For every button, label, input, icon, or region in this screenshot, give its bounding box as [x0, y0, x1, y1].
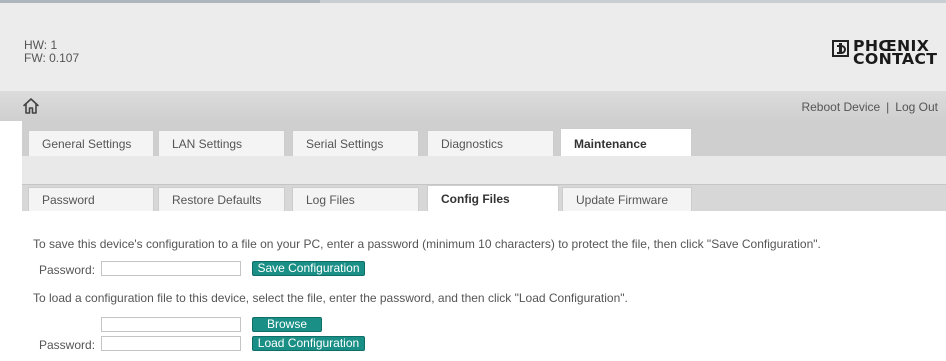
tab-general-settings[interactable]: General Settings — [28, 130, 154, 156]
logo-text-line2: CONTACT — [853, 50, 938, 68]
browse-button[interactable]: Browse — [252, 317, 322, 332]
firmware-version: FW: 0.107 — [24, 51, 80, 65]
subtab-log-files[interactable]: Log Files — [292, 187, 419, 211]
phoenix-contact-logo: PHŒNIX CONTACT — [832, 38, 938, 70]
sub-tab-bar: Password Restore Defaults Log Files Conf… — [22, 185, 946, 211]
config-file-input[interactable] — [101, 317, 241, 332]
log-out-link[interactable]: Log Out — [895, 100, 938, 114]
main-tab-bar: General Settings LAN Settings Serial Set… — [22, 121, 946, 156]
load-password-input[interactable] — [101, 336, 241, 351]
config-files-panel: To save this device's configuration to a… — [22, 211, 946, 361]
subtab-restore-defaults[interactable]: Restore Defaults — [158, 187, 285, 211]
logo-mark-icon — [832, 40, 849, 57]
subtab-update-firmware[interactable]: Update Firmware — [562, 187, 692, 211]
page-header: HW: 1 FW: 0.107 PHŒNIX CONTACT — [0, 3, 946, 91]
nav-links: Reboot Device | Log Out — [801, 100, 938, 114]
tab-diagnostics[interactable]: Diagnostics — [427, 130, 554, 156]
subtab-password[interactable]: Password — [28, 187, 154, 211]
load-password-label: Password: — [39, 338, 96, 352]
reboot-device-link[interactable]: Reboot Device — [801, 100, 880, 114]
version-info: HW: 1 FW: 0.107 — [24, 39, 79, 65]
save-password-label: Password: — [39, 263, 96, 277]
tab-serial-settings[interactable]: Serial Settings — [292, 130, 419, 156]
load-configuration-button[interactable]: Load Configuration — [252, 336, 365, 351]
save-password-input[interactable] — [101, 261, 241, 276]
subtab-config-files[interactable]: Config Files — [427, 185, 559, 211]
save-configuration-button[interactable]: Save Configuration — [252, 261, 365, 276]
nav-separator: | — [886, 100, 890, 114]
top-nav-bar: Reboot Device | Log Out — [0, 91, 946, 121]
home-icon[interactable] — [22, 97, 40, 115]
sub-header-bar — [22, 156, 946, 185]
load-instructions: To load a configuration file to this dev… — [33, 291, 628, 305]
tab-lan-settings[interactable]: LAN Settings — [158, 130, 285, 156]
save-instructions: To save this device's configuration to a… — [33, 237, 821, 251]
tab-maintenance[interactable]: Maintenance — [560, 128, 692, 156]
